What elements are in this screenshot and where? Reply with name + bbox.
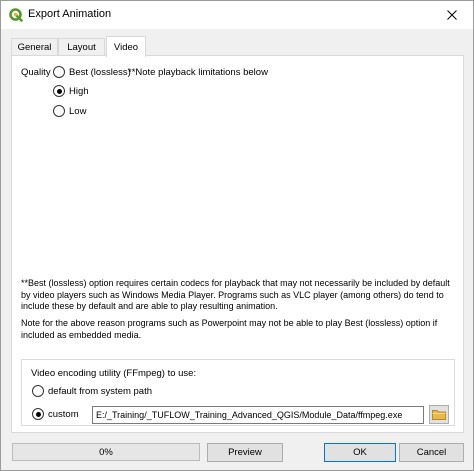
tab-label: Video [113, 41, 139, 53]
tab-video[interactable]: Video [106, 36, 146, 57]
progress-text: 0% [99, 446, 113, 458]
cancel-label: Cancel [416, 447, 447, 458]
quality-best-label[interactable]: Best (lossless) [69, 67, 131, 78]
browse-folder-button[interactable] [429, 405, 449, 424]
ffmpeg-group: Video encoding utility (FFmpeg) to use: … [21, 359, 455, 426]
ffmpeg-group-label: Video encoding utility (FFmpeg) to use: [31, 368, 197, 379]
folder-icon [432, 410, 446, 420]
quality-high-radio[interactable] [53, 85, 65, 97]
quality-best-radio[interactable] [53, 66, 65, 78]
quality-note: **Note playback limitations below [128, 67, 268, 78]
title-bar[interactable]: Export Animation [1, 1, 473, 29]
ffmpeg-custom-label[interactable]: custom [48, 409, 79, 420]
ffmpeg-path-input[interactable]: E:/_Training/_TUFLOW_Training_Advanced_Q… [92, 406, 424, 424]
cancel-button[interactable]: Cancel [399, 443, 464, 462]
ffmpeg-default-label[interactable]: default from system path [48, 386, 152, 397]
close-button[interactable] [431, 1, 473, 29]
close-icon [447, 10, 457, 20]
tab-layout[interactable]: Layout [58, 38, 105, 56]
preview-label: Preview [228, 447, 262, 458]
quality-low-label[interactable]: Low [69, 106, 86, 117]
lossless-note: **Best (lossless) option requires certai… [21, 278, 450, 311]
tab-label: General [17, 42, 52, 53]
quality-label: Quality [21, 67, 51, 78]
tab-label: Layout [67, 42, 96, 53]
ok-button[interactable]: OK [324, 443, 396, 462]
preview-button[interactable]: Preview [207, 443, 283, 462]
tab-general[interactable]: General [11, 38, 58, 56]
ffmpeg-custom-radio[interactable] [32, 408, 44, 420]
video-tab-panel: Quality Best (lossless) **Note playback … [11, 55, 464, 433]
qgis-logo-icon [9, 8, 23, 22]
powerpoint-note: Note for the above reason programs such … [21, 318, 438, 340]
quality-low-radio[interactable] [53, 105, 65, 117]
quality-high-label[interactable]: High [69, 86, 89, 97]
ffmpeg-default-radio[interactable] [32, 385, 44, 397]
ok-label: OK [353, 447, 367, 458]
export-animation-dialog: Export Animation General Layout Video Qu… [0, 0, 474, 471]
progress-bar: 0% [12, 443, 200, 461]
window-title: Export Animation [28, 8, 112, 20]
